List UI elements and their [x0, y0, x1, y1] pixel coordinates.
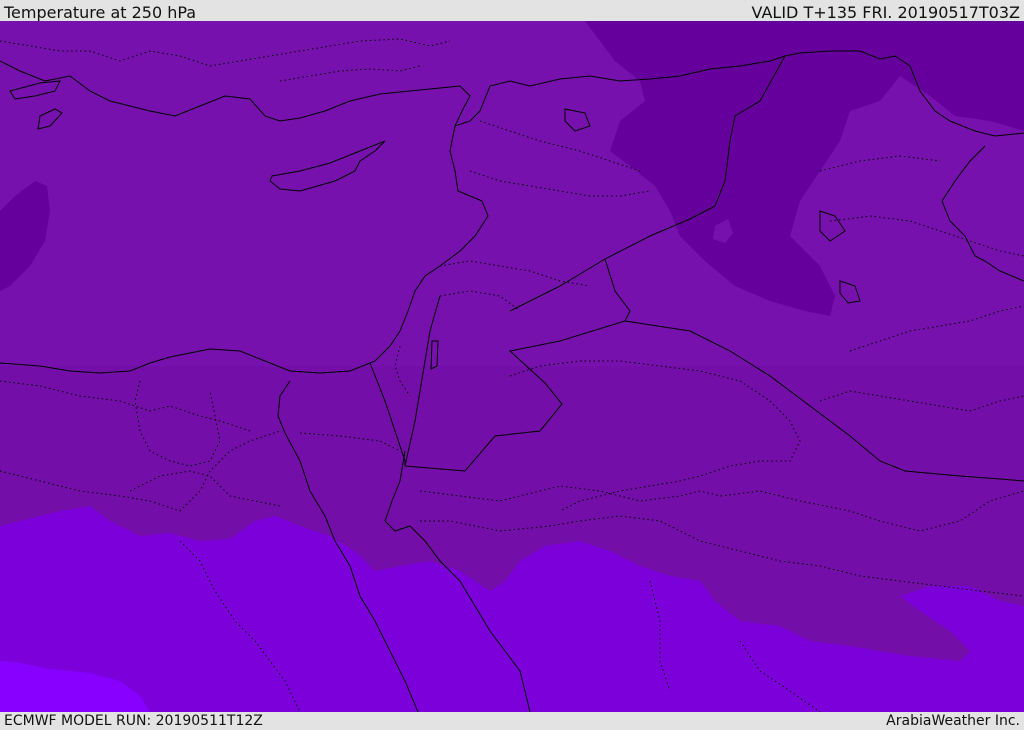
header-bar: Temperature at 250 hPa VALID T+135 FRI. …: [0, 0, 1024, 22]
map-title: Temperature at 250 hPa: [4, 3, 197, 22]
temperature-map: [0, 21, 1024, 712]
footer-bar: ECMWF MODEL RUN: 20190511T12Z ArabiaWeat…: [0, 712, 1024, 729]
model-run: ECMWF MODEL RUN: 20190511T12Z: [4, 713, 263, 729]
credit: ArabiaWeather Inc.: [886, 713, 1020, 729]
valid-time: VALID T+135 FRI. 20190517T03Z: [751, 3, 1020, 22]
